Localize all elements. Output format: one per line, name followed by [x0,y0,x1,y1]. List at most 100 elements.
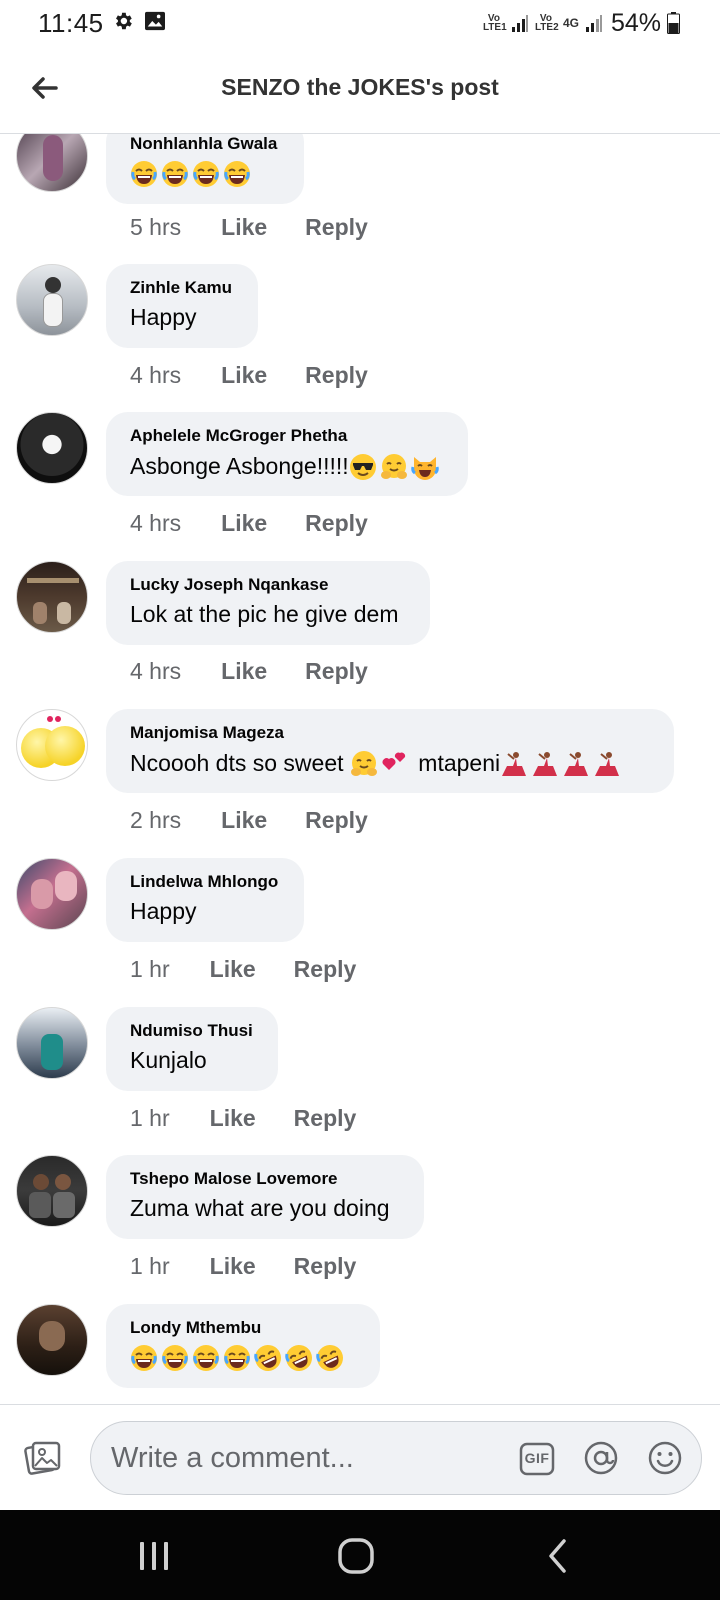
comment-bubble[interactable]: Tshepo Malose Lovemore Zuma what are you… [106,1155,424,1239]
comment-text: Happy [130,304,197,330]
comment-text-value: Ncoooh dts so sweet [130,749,350,776]
gif-button[interactable]: GIF [519,1442,555,1476]
reply-button[interactable]: Reply [305,510,368,537]
commenter-name[interactable]: Zinhle Kamu [130,278,234,298]
like-button[interactable]: Like [221,807,267,834]
commenter-name[interactable]: Ndumiso Thusi [130,1021,254,1041]
comment-text: Ncoooh dts so sweet mtapeni [130,749,650,778]
comment-meta: 1 hr Like Reply [130,1251,356,1281]
avatar[interactable] [16,412,88,484]
comment-text [130,160,280,188]
comment-time[interactable]: 4 hrs [130,362,181,389]
dancer-emoji-icon [500,750,528,778]
comment-time[interactable]: 5 hrs [130,214,181,241]
comment-bubble[interactable]: Zinhle Kamu Happy [106,264,258,348]
network-type: 4G [562,15,579,30]
reply-button[interactable]: Reply [305,362,368,389]
rofl-emoji-icon [316,1344,344,1372]
commenter-name[interactable]: Lucky Joseph Nqankase [130,575,406,595]
comment-bubble[interactable]: Lucky Joseph Nqankase Lok at the pic he … [106,561,430,645]
comment-time[interactable]: 1 hr [130,1105,170,1132]
commenter-name[interactable]: Manjomisa Mageza [130,723,650,743]
commenter-name[interactable]: Tshepo Malose Lovemore [130,1169,400,1189]
comment-input[interactable]: Write a comment... GIF [90,1421,702,1495]
comment-meta: 2 hrs Like Reply [130,805,368,835]
sunglasses-emoji-icon [349,453,377,481]
back-nav-button[interactable] [536,1534,580,1578]
comment-time[interactable]: 4 hrs [130,510,181,537]
like-button[interactable]: Like [210,956,256,983]
reply-button[interactable]: Reply [305,658,368,685]
status-bar: 11:45 Vo LTE1 Vo LTE2 4G 54% [0,0,720,46]
recent-apps-button[interactable] [132,1534,176,1578]
rofl-emoji-icon [254,1344,282,1372]
comment-time[interactable]: 2 hrs [130,807,181,834]
comments-list[interactable]: Nonhlanhla Gwala 5 hrs Like Reply Zinhle… [0,134,720,1404]
home-icon [338,1538,374,1574]
comment-bubble[interactable]: Aphelele McGroger Phetha Asbonge Asbonge… [106,412,468,496]
emoji-icon[interactable] [647,1440,683,1476]
reply-button[interactable]: Reply [294,1253,357,1280]
commenter-name[interactable]: Lindelwa Mhlongo [130,872,280,892]
emoji-group [350,749,412,778]
avatar[interactable] [16,1007,88,1079]
post-header: SENZO the JOKES's post [0,46,720,134]
comment-time[interactable]: 4 hrs [130,658,181,685]
avatar[interactable] [16,1155,88,1227]
comment-bubble[interactable]: Lindelwa Mhlongo Happy [106,858,304,942]
mention-icon[interactable] [583,1440,619,1476]
photo-attach-icon[interactable] [24,1440,62,1476]
comment-text-value: mtapeni [411,749,501,776]
like-button[interactable]: Like [221,658,267,685]
dancer-emoji-icon [593,750,621,778]
reply-button[interactable]: Reply [305,807,368,834]
hug-emoji-icon [350,750,378,778]
battery-percent: 54% [610,8,661,37]
gallery-notification-icon [145,11,165,31]
comment-item: Zinhle Kamu Happy 4 hrs Like Reply [0,264,720,416]
commenter-name[interactable]: Nonhlanhla Gwala [130,134,280,154]
comment-bubble[interactable]: Manjomisa Mageza Ncoooh dts so sweet mta… [106,709,674,793]
reply-button[interactable]: Reply [294,1105,357,1132]
avatar[interactable] [16,264,88,336]
avatar[interactable] [16,561,88,633]
comment-text: Zuma what are you doing [130,1195,390,1221]
comment-meta: 1 hr Like Reply [130,954,356,984]
comment-item: Nonhlanhla Gwala 5 hrs Like Reply [0,134,720,272]
joy-emoji-icon [192,160,220,188]
like-button[interactable]: Like [210,1253,256,1280]
like-button[interactable]: Like [221,362,267,389]
reply-button[interactable]: Reply [294,956,357,983]
like-button[interactable]: Like [221,214,267,241]
comment-time[interactable]: 1 hr [130,956,170,983]
avatar[interactable] [16,1304,88,1376]
joy-emoji-icon [161,160,189,188]
comment-bubble[interactable]: Ndumiso Thusi Kunjalo [106,1007,278,1091]
joy-emoji-icon [192,1344,220,1372]
commenter-name[interactable]: Londy Mthembu [130,1318,356,1338]
like-button[interactable]: Like [221,510,267,537]
comment-meta: 4 hrs Like Reply [130,508,368,538]
comment-text [130,1344,356,1372]
like-button[interactable]: Like [210,1105,256,1132]
comment-item: Londy Mthembu [0,1304,720,1404]
rofl-emoji-icon [285,1344,313,1372]
home-button[interactable] [334,1534,378,1578]
comment-time[interactable]: 1 hr [130,1253,170,1280]
comment-text: Kunjalo [130,1047,207,1073]
avatar[interactable] [16,709,88,781]
comment-text: Happy [130,898,197,924]
joy-emoji-icon [223,160,251,188]
avatar[interactable] [16,858,88,930]
comment-bubble[interactable]: Londy Mthembu [106,1304,380,1388]
page-title: SENZO the JOKES's post [221,74,499,100]
sim1-tag: Vo LTE1 [482,13,507,33]
avatar[interactable] [16,134,88,192]
commenter-name[interactable]: Aphelele McGroger Phetha [130,426,444,446]
reply-button[interactable]: Reply [305,214,368,241]
comment-bubble[interactable]: Nonhlanhla Gwala [106,134,304,204]
comment-text: Asbonge Asbonge!!!!! [130,452,444,481]
comment-text: Lok at the pic he give dem [130,601,399,627]
joy-emoji-icon [161,1344,189,1372]
emoji-group [500,749,624,778]
